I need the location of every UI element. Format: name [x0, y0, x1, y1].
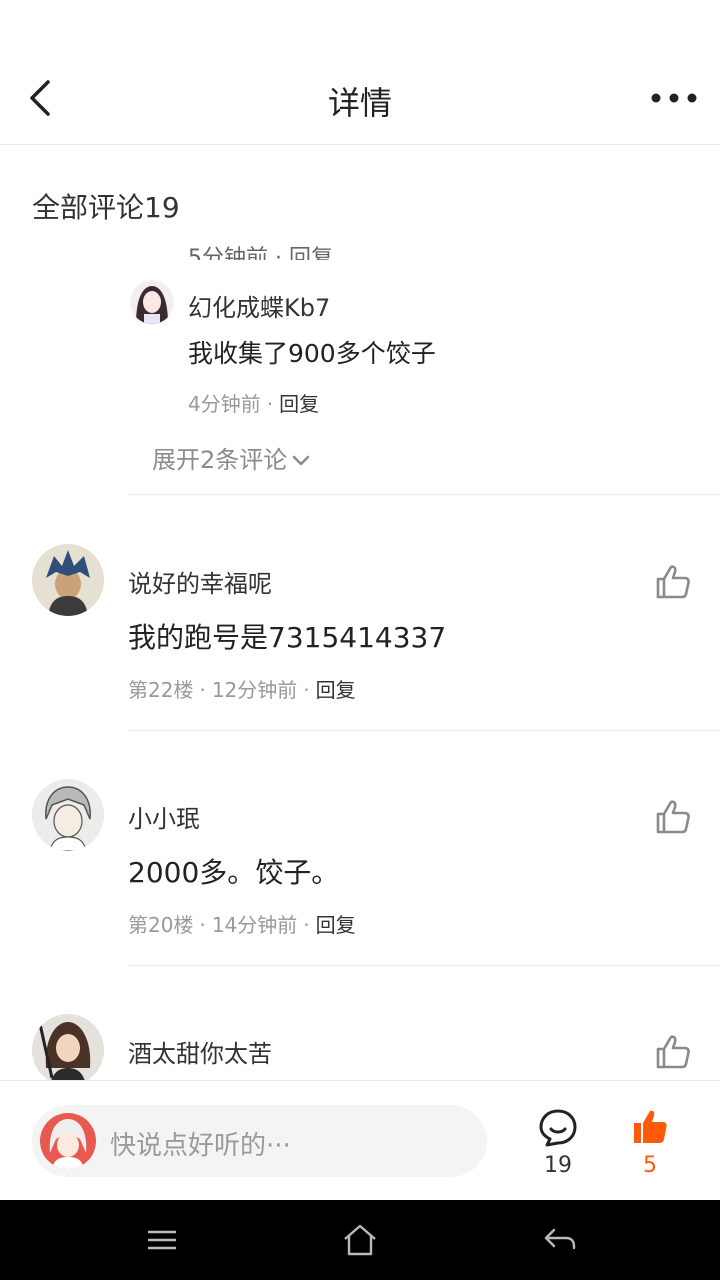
menu-button[interactable] — [142, 1222, 182, 1258]
divider — [128, 494, 720, 495]
avatar[interactable] — [32, 1014, 104, 1080]
return-icon — [544, 1228, 576, 1250]
reply-author[interactable]: 幻化成蝶Kb7 — [188, 288, 330, 323]
thumbs-up-icon — [656, 565, 690, 599]
meta-dot: · — [199, 913, 206, 937]
avatar[interactable] — [130, 280, 174, 324]
thumbs-up-icon — [656, 1035, 690, 1069]
comment-text: 我的跑号是7315414337 — [128, 621, 447, 654]
comment-count-button[interactable]: 19 — [530, 1103, 586, 1179]
like-button[interactable] — [652, 797, 692, 837]
divider — [128, 965, 720, 966]
comments-count-title: 全部评论19 — [32, 191, 180, 224]
comment-bubble-icon — [539, 1109, 577, 1147]
comment-item: 说好的幸福呢 我的跑号是7315414337 第22楼 · 12分钟前 · 回复 — [0, 544, 720, 774]
comment-author[interactable]: 说好的幸福呢 — [128, 564, 272, 599]
meta-dot: · — [303, 678, 310, 702]
reply-button[interactable]: 回复 — [316, 678, 356, 702]
header: 详情 — [0, 50, 720, 145]
expand-replies-button[interactable]: 展开2条评论 — [152, 440, 311, 475]
home-icon — [344, 1224, 376, 1256]
return-button[interactable] — [540, 1222, 580, 1258]
bottom-bar: 快说点好听的··· 19 5 — [0, 1080, 720, 1200]
reply-item: 幻化成蝶Kb7 我收集了900多个饺子 4分钟前 · 回复 — [130, 278, 710, 438]
comment-author[interactable]: 小小珉 — [128, 799, 200, 834]
more-button[interactable] — [650, 86, 698, 110]
menu-icon — [148, 1230, 176, 1250]
status-bar — [0, 0, 720, 50]
divider — [128, 730, 720, 731]
comment-text: 2000多。饺子。 — [128, 856, 340, 889]
meta-dot: · — [266, 392, 274, 416]
like-button[interactable] — [652, 1032, 692, 1072]
comment-time: 14分钟前 — [211, 913, 298, 937]
like-count-button[interactable]: 5 — [622, 1103, 678, 1179]
meta-dot: · — [303, 913, 310, 937]
comment-meta: 第22楼 · 12分钟前 · 回复 — [128, 674, 356, 703]
page-title: 详情 — [327, 84, 392, 122]
like-count: 5 — [643, 1153, 657, 1178]
thumbs-up-icon — [634, 1110, 667, 1143]
input-placeholder: 快说点好听的··· — [110, 1131, 291, 1161]
home-button[interactable] — [340, 1222, 380, 1258]
clipped-meta-text: 5分钟前 · 回复 — [188, 246, 333, 260]
like-button[interactable] — [652, 562, 692, 602]
chevron-down-icon — [293, 455, 310, 466]
reply-button[interactable]: 回复 — [316, 913, 356, 937]
avatar — [40, 1113, 96, 1169]
comment-floor: 第22楼 — [128, 678, 194, 702]
comment-meta: 第20楼 · 14分钟前 · 回复 — [128, 909, 356, 938]
reply-text: 我收集了900多个饺子 — [188, 339, 436, 368]
reply-meta: 4分钟前 · 回复 — [188, 388, 319, 417]
comment-item: 酒太甜你太苦 — [0, 1014, 720, 1080]
avatar[interactable] — [32, 779, 104, 851]
comment-input[interactable]: 快说点好听的··· — [32, 1105, 487, 1177]
system-nav-bar — [0, 1200, 720, 1280]
reply-time: 4分钟前 — [188, 392, 261, 416]
back-button[interactable] — [20, 76, 60, 120]
comment-count: 19 — [544, 1153, 572, 1178]
comment-author[interactable]: 酒太甜你太苦 — [128, 1034, 272, 1069]
expand-label: 展开2条评论 — [152, 446, 288, 474]
more-icon — [651, 93, 697, 103]
thumbs-up-icon — [656, 800, 690, 834]
back-icon — [30, 80, 50, 116]
avatar[interactable] — [32, 544, 104, 616]
comment-time: 12分钟前 — [211, 678, 298, 702]
comment-item: 小小珉 2000多。饺子。 第20楼 · 14分钟前 · 回复 — [0, 779, 720, 1009]
meta-dot: · — [199, 678, 206, 702]
reply-button[interactable]: 回复 — [279, 392, 319, 416]
comment-floor: 第20楼 — [128, 913, 194, 937]
